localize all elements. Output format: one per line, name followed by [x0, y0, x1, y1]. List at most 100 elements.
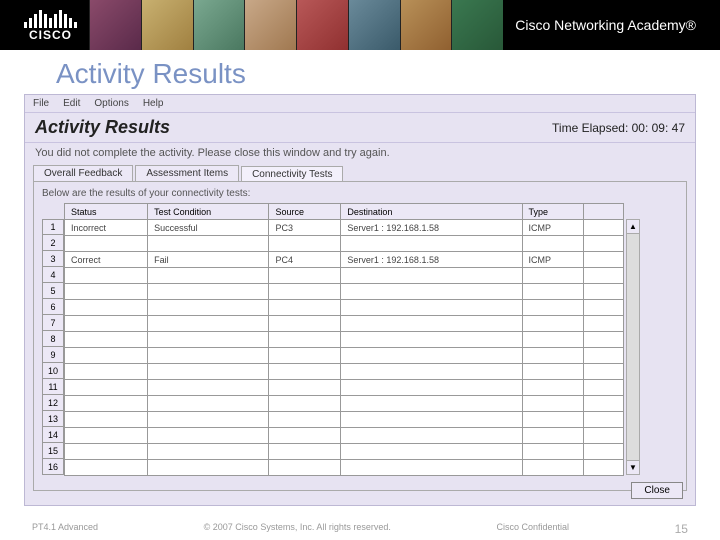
- cell-spacer: [584, 412, 624, 428]
- cell-destination: [341, 364, 522, 380]
- row-number[interactable]: 1: [42, 219, 64, 235]
- row-number[interactable]: 9: [42, 347, 64, 363]
- row-number[interactable]: 12: [42, 395, 64, 411]
- col-type[interactable]: Type: [522, 204, 584, 220]
- cell-source: [269, 300, 341, 316]
- footer-page: 15: [675, 522, 688, 536]
- col-status[interactable]: Status: [65, 204, 148, 220]
- row-number[interactable]: 5: [42, 283, 64, 299]
- cell-status: [65, 428, 148, 444]
- connectivity-panel: Below are the results of your connectivi…: [33, 181, 687, 491]
- row-number[interactable]: 15: [42, 443, 64, 459]
- table-row[interactable]: [65, 460, 624, 476]
- row-numbers: 12345678910111213141516: [42, 219, 64, 476]
- cell-spacer: [584, 220, 624, 236]
- col-destination[interactable]: Destination: [341, 204, 522, 220]
- table-row[interactable]: CorrectFailPC4Server1 : 192.168.1.58ICMP: [65, 252, 624, 268]
- cell-spacer: [584, 396, 624, 412]
- tab-assessment-items[interactable]: Assessment Items: [135, 165, 239, 181]
- footer-right: Cisco Confidential: [496, 522, 569, 536]
- row-number[interactable]: 16: [42, 459, 64, 475]
- cell-type: [522, 332, 584, 348]
- cell-destination: [341, 348, 522, 364]
- cell-condition: [148, 300, 269, 316]
- cell-type: [522, 380, 584, 396]
- cell-status: [65, 364, 148, 380]
- row-number[interactable]: 7: [42, 315, 64, 331]
- col-source[interactable]: Source: [269, 204, 341, 220]
- table-row[interactable]: [65, 396, 624, 412]
- table-row[interactable]: [65, 332, 624, 348]
- table-row[interactable]: [65, 412, 624, 428]
- table-row[interactable]: [65, 428, 624, 444]
- cell-type: ICMP: [522, 252, 584, 268]
- cell-condition: [148, 444, 269, 460]
- cell-type: [522, 412, 584, 428]
- col-spacer: [584, 204, 624, 220]
- scrollbar[interactable]: ▲ ▼: [626, 219, 640, 475]
- row-number[interactable]: 4: [42, 267, 64, 283]
- cell-destination: [341, 284, 522, 300]
- academy-label: Cisco Networking Academy®: [515, 17, 696, 33]
- cell-condition: [148, 348, 269, 364]
- cell-source: [269, 396, 341, 412]
- cell-status: [65, 284, 148, 300]
- menu-options[interactable]: Options: [94, 98, 128, 109]
- cell-source: [269, 268, 341, 284]
- cell-spacer: [584, 348, 624, 364]
- table-row[interactable]: [65, 444, 624, 460]
- cell-destination: [341, 396, 522, 412]
- cell-type: [522, 300, 584, 316]
- row-number[interactable]: 8: [42, 331, 64, 347]
- table-row[interactable]: [65, 268, 624, 284]
- tab-connectivity-tests[interactable]: Connectivity Tests: [241, 166, 343, 182]
- table-row[interactable]: IncorrectSuccessfulPC3Server1 : 192.168.…: [65, 220, 624, 236]
- table-row[interactable]: [65, 236, 624, 252]
- table-row[interactable]: [65, 348, 624, 364]
- cell-destination: [341, 412, 522, 428]
- table-row[interactable]: [65, 364, 624, 380]
- cell-condition: [148, 396, 269, 412]
- table-row[interactable]: [65, 316, 624, 332]
- row-number[interactable]: 2: [42, 235, 64, 251]
- row-number[interactable]: 3: [42, 251, 64, 267]
- completion-message: You did not complete the activity. Pleas…: [25, 143, 695, 165]
- panel-message: Below are the results of your connectivi…: [42, 188, 678, 199]
- menu-help[interactable]: Help: [143, 98, 164, 109]
- cell-destination: [341, 300, 522, 316]
- banner-photos: [89, 0, 503, 50]
- cell-destination: [341, 444, 522, 460]
- cisco-bars-icon: [24, 8, 77, 28]
- cell-destination: [341, 236, 522, 252]
- cell-source: [269, 316, 341, 332]
- cell-status: [65, 460, 148, 476]
- row-number[interactable]: 10: [42, 363, 64, 379]
- row-number[interactable]: 14: [42, 427, 64, 443]
- menu-edit[interactable]: Edit: [63, 98, 80, 109]
- menu-file[interactable]: File: [33, 98, 49, 109]
- cell-status: [65, 268, 148, 284]
- table-row[interactable]: [65, 284, 624, 300]
- cell-spacer: [584, 460, 624, 476]
- cell-status: [65, 444, 148, 460]
- cisco-logo: CISCO: [24, 8, 77, 42]
- tab-overall-feedback[interactable]: Overall Feedback: [33, 165, 133, 181]
- close-button[interactable]: Close: [631, 482, 683, 499]
- table-row[interactable]: [65, 380, 624, 396]
- cell-condition: [148, 428, 269, 444]
- row-number[interactable]: 11: [42, 379, 64, 395]
- col-condition[interactable]: Test Condition: [148, 204, 269, 220]
- cell-type: [522, 284, 584, 300]
- tab-bar: Overall Feedback Assessment Items Connec…: [25, 165, 695, 181]
- row-number[interactable]: 6: [42, 299, 64, 315]
- cell-status: [65, 396, 148, 412]
- footer-left: PT4.1 Advanced: [32, 522, 98, 536]
- cell-source: [269, 332, 341, 348]
- table-row[interactable]: [65, 300, 624, 316]
- cell-destination: Server1 : 192.168.1.58: [341, 220, 522, 236]
- cell-destination: [341, 332, 522, 348]
- scroll-down-icon[interactable]: ▼: [627, 460, 639, 474]
- row-number[interactable]: 13: [42, 411, 64, 427]
- scroll-up-icon[interactable]: ▲: [627, 220, 639, 234]
- cell-type: [522, 316, 584, 332]
